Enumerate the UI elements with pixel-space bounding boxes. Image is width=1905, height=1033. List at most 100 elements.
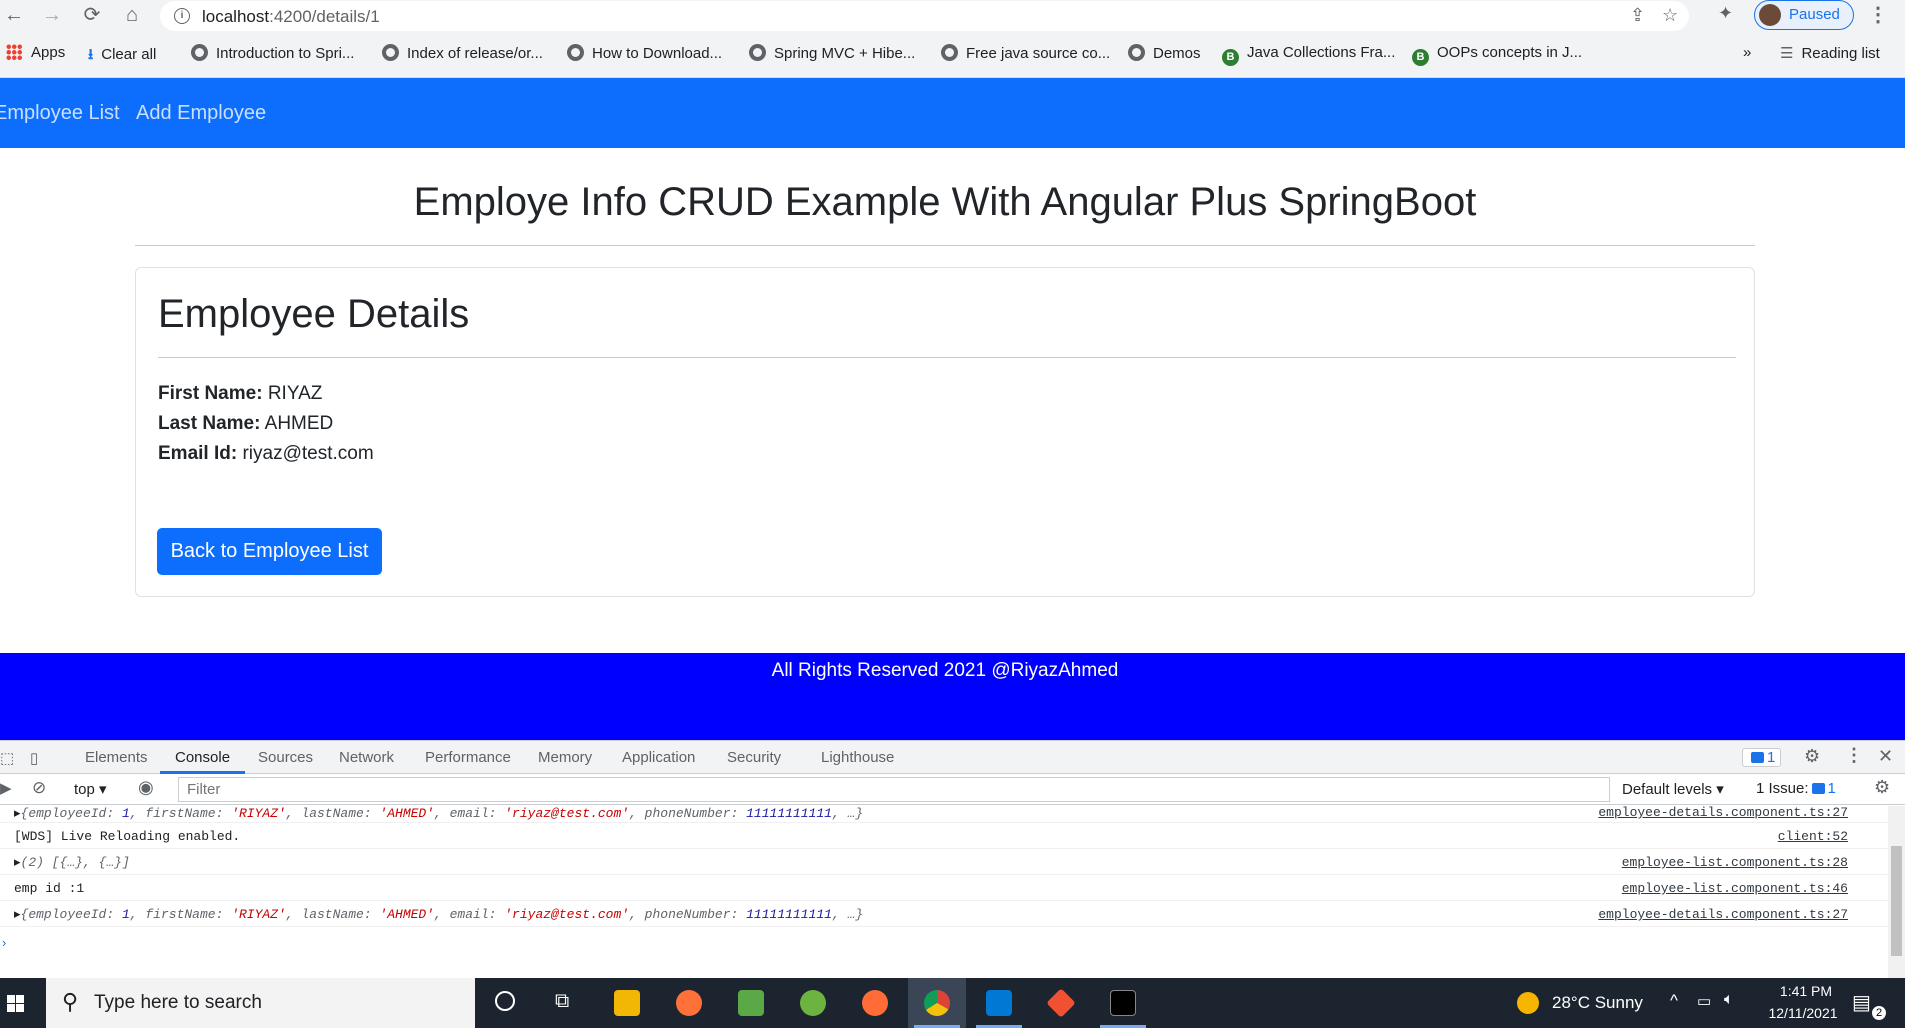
windows-taskbar: ⚲ Type here to search ⧉ 28°C Sunny ^ ▭ 🔈… bbox=[0, 978, 1905, 1028]
bookmark-clear-all[interactable]: ⭳ Clear all bbox=[88, 44, 156, 64]
console-row: emp id :1 employee-list.component.ts:46 bbox=[0, 875, 1888, 901]
terminal-app[interactable] bbox=[1094, 978, 1152, 1028]
clock-date[interactable]: 12/11/2021 bbox=[1758, 1005, 1848, 1021]
bookmark-item[interactable]: Free java source co... bbox=[941, 44, 1110, 64]
bookmark-item[interactable]: B OOPs concepts in J... bbox=[1412, 44, 1582, 66]
devtools-menu-icon[interactable]: ⋮ bbox=[1845, 745, 1863, 766]
context-selector[interactable]: top ▾ bbox=[74, 780, 107, 798]
console-prompt-icon[interactable]: › bbox=[2, 935, 6, 950]
log-levels-dropdown[interactable]: Default levels ▾ bbox=[1622, 780, 1724, 798]
globe-icon bbox=[567, 44, 584, 61]
bookmark-item[interactable]: Demos bbox=[1128, 44, 1201, 64]
taskbar-search[interactable]: ⚲ Type here to search bbox=[46, 978, 475, 1028]
profile-button[interactable]: Paused bbox=[1754, 0, 1854, 30]
site-info-icon[interactable]: i bbox=[174, 8, 190, 24]
filter-input[interactable] bbox=[179, 778, 1609, 801]
bookmark-star-icon[interactable]: ☆ bbox=[1662, 5, 1678, 26]
forward-arrow-icon[interactable]: → bbox=[38, 3, 66, 27]
tab-lighthouse[interactable]: Lighthouse bbox=[821, 749, 894, 766]
firefox-icon bbox=[676, 990, 702, 1016]
card-title: Employee Details bbox=[158, 292, 470, 336]
console-row[interactable]: ▸{employeeId: 1, firstName: 'RIYAZ', las… bbox=[0, 805, 1888, 823]
address-bar[interactable]: i localhost:4200/details/1 ⇪ ☆ bbox=[160, 1, 1689, 31]
share-icon[interactable]: ⇪ bbox=[1630, 5, 1645, 26]
inspect-element-icon[interactable]: ⬚ bbox=[0, 749, 14, 767]
bookmark-item[interactable]: How to Download... bbox=[567, 44, 722, 64]
task-view-button[interactable]: ⧉ bbox=[535, 978, 593, 1028]
employee-details-card: Employee Details First Name: RIYAZ Last … bbox=[135, 267, 1755, 597]
vscode-app[interactable] bbox=[970, 978, 1028, 1028]
git-app[interactable] bbox=[1032, 978, 1090, 1028]
device-toolbar-icon[interactable]: ▯ bbox=[30, 749, 38, 767]
extensions-puzzle-icon[interactable]: ✦ bbox=[1718, 3, 1733, 24]
clear-console-icon[interactable]: ⊘ bbox=[32, 778, 46, 798]
sidebar-toggle-icon[interactable]: ▶ bbox=[0, 779, 12, 797]
source-link[interactable]: employee-details.component.ts:27 bbox=[1598, 805, 1848, 820]
devtools-tab-bar: ⬚ ▯ Elements Console Sources Network Per… bbox=[0, 741, 1905, 774]
tab-network[interactable]: Network bbox=[339, 749, 394, 766]
cortana-circle-icon bbox=[495, 991, 515, 1011]
browser-menu-icon[interactable]: ⋮ bbox=[1868, 2, 1888, 27]
tray-overflow-icon[interactable]: ^ bbox=[1670, 991, 1678, 1011]
scrollbar-thumb[interactable] bbox=[1891, 846, 1902, 956]
tab-performance[interactable]: Performance bbox=[425, 749, 511, 766]
console-filter-input[interactable] bbox=[178, 777, 1610, 802]
clock-time[interactable]: 1:41 PM bbox=[1766, 983, 1846, 999]
bookmark-item[interactable]: Spring MVC + Hibe... bbox=[749, 44, 915, 64]
console-message[interactable]: ▸(2) [{…}, {…}] bbox=[14, 855, 130, 870]
chrome-app[interactable] bbox=[908, 978, 966, 1028]
console-object-log[interactable]: ▸{employeeId: 1, firstName: 'RIYAZ', las… bbox=[14, 806, 863, 821]
source-link[interactable]: client:52 bbox=[1778, 829, 1848, 844]
weather-text[interactable]: 28°C Sunny bbox=[1552, 993, 1643, 1013]
firefox-app[interactable] bbox=[660, 978, 718, 1028]
reading-list-button[interactable]: ☰ Reading list bbox=[1780, 44, 1880, 64]
spring-tools-app[interactable] bbox=[784, 978, 842, 1028]
source-link[interactable]: employee-list.component.ts:28 bbox=[1622, 855, 1848, 870]
console-scrollbar[interactable] bbox=[1888, 806, 1905, 979]
tab-security[interactable]: Security bbox=[727, 749, 781, 766]
postman-app[interactable] bbox=[846, 978, 904, 1028]
bookmark-apps[interactable]: Apps bbox=[6, 44, 65, 64]
console-settings-icon[interactable]: ⚙ bbox=[1874, 777, 1890, 798]
blogger-icon: B bbox=[1222, 49, 1239, 66]
console-row[interactable]: ▸(2) [{…}, {…}] employee-list.component.… bbox=[0, 849, 1888, 875]
globe-icon bbox=[382, 44, 399, 61]
live-expression-eye-icon[interactable]: ◉ bbox=[138, 777, 154, 798]
notification-center-icon[interactable]: ▤ bbox=[1852, 990, 1871, 1015]
tab-sources[interactable]: Sources bbox=[258, 749, 313, 766]
back-arrow-icon[interactable]: ← bbox=[0, 3, 28, 27]
bookmark-item[interactable]: Index of release/or... bbox=[382, 44, 543, 64]
messages-badge[interactable]: 1 bbox=[1742, 748, 1782, 767]
console-object-log[interactable]: ▸{employeeId: 1, firstName: 'RIYAZ', las… bbox=[14, 907, 863, 922]
tab-memory[interactable]: Memory bbox=[538, 749, 592, 766]
bookmark-item[interactable]: Introduction to Spri... bbox=[191, 44, 354, 64]
reload-icon[interactable]: ⟳ bbox=[78, 3, 106, 27]
bookmarks-overflow-button[interactable]: » bbox=[1743, 44, 1751, 64]
home-icon[interactable]: ⌂ bbox=[118, 3, 146, 27]
back-to-employee-list-button[interactable]: Back to Employee List bbox=[157, 528, 382, 575]
apps-grid-icon bbox=[6, 44, 22, 60]
issues-counter[interactable]: 1 Issue: 1 bbox=[1756, 780, 1836, 797]
start-button[interactable] bbox=[0, 978, 46, 1028]
file-explorer-app[interactable] bbox=[598, 978, 656, 1028]
tab-application[interactable]: Application bbox=[622, 749, 695, 766]
close-icon[interactable]: ✕ bbox=[1878, 746, 1893, 767]
notepad-app[interactable] bbox=[722, 978, 780, 1028]
console-row[interactable]: ▸{employeeId: 1, firstName: 'RIYAZ', las… bbox=[0, 901, 1888, 927]
issue-icon bbox=[1811, 783, 1825, 794]
tab-elements[interactable]: Elements bbox=[85, 749, 148, 766]
blogger-icon: B bbox=[1412, 49, 1429, 66]
settings-gear-icon[interactable]: ⚙ bbox=[1804, 746, 1820, 767]
bookmark-item[interactable]: B Java Collections Fra... bbox=[1222, 44, 1395, 66]
volume-icon[interactable]: 🔈︎ bbox=[1724, 991, 1734, 1009]
battery-icon[interactable]: ▭ bbox=[1697, 992, 1711, 1010]
nav-add-employee[interactable]: Add Employee bbox=[136, 102, 266, 125]
footer: All Rights Reserved 2021 @RiyazAhmed bbox=[0, 653, 1905, 740]
cortana-button[interactable] bbox=[475, 978, 533, 1028]
source-link[interactable]: employee-details.component.ts:27 bbox=[1598, 907, 1848, 922]
url-text[interactable]: localhost:4200/details/1 bbox=[202, 7, 380, 27]
nav-employee-list[interactable]: Employee List bbox=[0, 102, 120, 125]
chrome-icon bbox=[924, 990, 950, 1016]
source-link[interactable]: employee-list.component.ts:46 bbox=[1622, 881, 1848, 896]
tab-console[interactable]: Console bbox=[175, 749, 230, 766]
